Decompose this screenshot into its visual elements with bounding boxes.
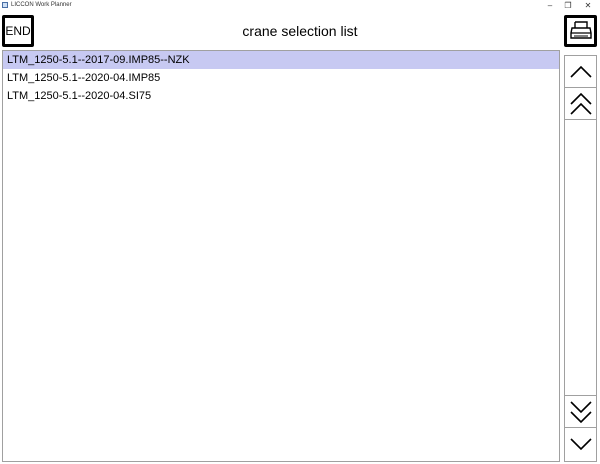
close-button[interactable]: ✕ [578, 0, 598, 11]
title-bar: LICCON Work Planner – ❐ ✕ [0, 0, 600, 11]
scroll-controls [564, 55, 597, 462]
scroll-track[interactable] [565, 120, 596, 395]
crane-list: LTM_1250-5.1--2017-09.IMP85--NZK LTM_1250… [2, 50, 560, 462]
page-title: crane selection list [242, 23, 358, 39]
chevron-down-icon [569, 437, 592, 450]
maximize-button[interactable]: ❐ [558, 0, 578, 11]
app-window: LICCON Work Planner – ❐ ✕ END crane sele… [0, 0, 600, 464]
crane-list-item[interactable]: LTM_1250-5.1--2017-09.IMP85--NZK [3, 51, 559, 69]
crane-list-item[interactable]: LTM_1250-5.1--2020-04.SI75 [3, 87, 559, 105]
double-chevron-down-icon [569, 400, 592, 423]
app-icon [2, 2, 8, 8]
printer-icon [569, 21, 592, 39]
chevron-up-icon [569, 65, 592, 78]
print-button[interactable] [564, 15, 597, 47]
window-title: LICCON Work Planner [11, 2, 72, 8]
crane-list-item[interactable]: LTM_1250-5.1--2020-04.IMP85 [3, 69, 559, 87]
scroll-up-button[interactable] [565, 56, 596, 88]
page-up-button[interactable] [565, 88, 596, 120]
double-chevron-up-icon [569, 92, 592, 115]
minimize-button[interactable]: – [540, 0, 560, 11]
page-down-button[interactable] [565, 395, 596, 427]
scroll-down-button[interactable] [565, 427, 596, 459]
end-button[interactable]: END [2, 15, 34, 47]
